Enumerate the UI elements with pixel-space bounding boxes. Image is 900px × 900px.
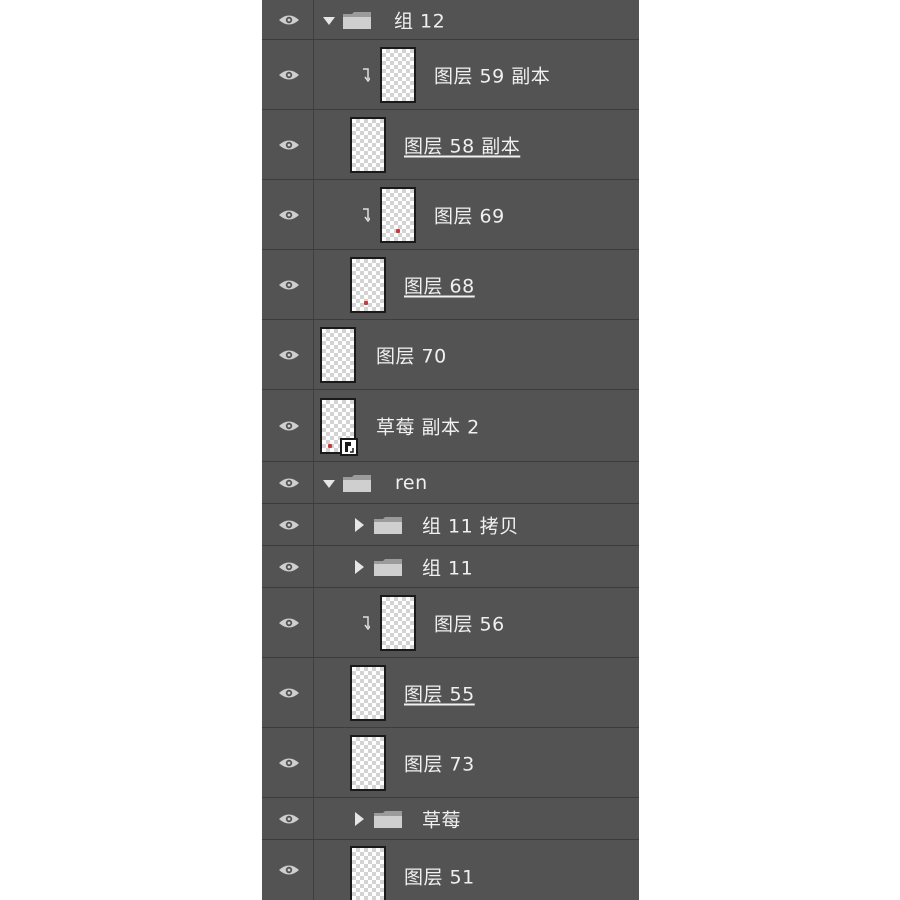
visibility-cell[interactable]	[262, 40, 314, 109]
triangle-right-icon[interactable]	[355, 559, 364, 574]
layer-name: 草莓	[422, 809, 462, 831]
layer-row-68[interactable]: 图层 68	[262, 250, 639, 320]
eye-icon[interactable]	[278, 756, 300, 770]
folder-icon	[374, 558, 402, 576]
eye-icon[interactable]	[278, 476, 300, 490]
visibility-cell[interactable]	[262, 658, 314, 727]
layer-row-group-11[interactable]: 组 11	[262, 546, 639, 588]
visibility-cell[interactable]	[262, 110, 314, 179]
eye-icon[interactable]	[278, 348, 300, 362]
layer-row-group-strawberry[interactable]: 草莓	[262, 798, 639, 840]
layer-row-58-copy[interactable]: 图层 58 副本	[262, 110, 639, 180]
visibility-cell[interactable]	[262, 462, 314, 503]
eye-icon[interactable]	[278, 686, 300, 700]
layer-name: ren	[395, 471, 428, 494]
clipping-mask-arrow-icon	[363, 207, 370, 222]
eye-icon[interactable]	[278, 278, 300, 292]
folder-icon	[374, 810, 402, 828]
layer-name: 图层 69	[434, 205, 505, 227]
layer-thumbnail[interactable]	[320, 326, 356, 383]
eye-icon[interactable]	[278, 138, 300, 152]
layer-name: 图层 51	[404, 866, 475, 889]
thumbnail-content	[364, 300, 368, 305]
layer-row-group-ren[interactable]: ren	[262, 462, 639, 504]
eye-icon[interactable]	[278, 863, 300, 877]
eye-icon[interactable]	[278, 13, 300, 27]
layer-name: 图层 70	[376, 345, 447, 367]
layer-name: 图层 73	[404, 753, 475, 775]
layer-name: 组 11 拷贝	[422, 515, 519, 537]
clipping-mask-arrow-icon	[363, 615, 370, 630]
layer-thumbnail[interactable]	[380, 186, 416, 243]
layer-thumbnail[interactable]	[320, 397, 358, 456]
thumbnail-content	[396, 228, 400, 233]
layer-thumbnail[interactable]	[380, 594, 416, 651]
layer-thumbnail[interactable]	[380, 46, 416, 103]
visibility-cell[interactable]	[262, 546, 314, 587]
layer-thumbnail[interactable]	[350, 846, 386, 900]
visibility-cell[interactable]	[262, 840, 314, 900]
eye-icon[interactable]	[278, 560, 300, 574]
clipping-mask-arrow-icon	[363, 67, 370, 82]
visibility-cell[interactable]	[262, 320, 314, 389]
layer-row-55[interactable]: 图层 55	[262, 658, 639, 728]
layer-name: 组 11	[422, 557, 474, 579]
layer-name: 组 12	[394, 10, 446, 32]
layer-row-strawberry-copy-2[interactable]: 草莓 副本 2	[262, 390, 639, 462]
layer-name: 图层 58 副本	[404, 135, 521, 157]
folder-icon	[343, 474, 371, 492]
visibility-cell[interactable]	[262, 728, 314, 797]
layer-row-73[interactable]: 图层 73	[262, 728, 639, 798]
visibility-cell[interactable]	[262, 390, 314, 461]
layer-row-69[interactable]: 图层 69	[262, 180, 639, 250]
visibility-cell[interactable]	[262, 504, 314, 545]
eye-icon[interactable]	[278, 616, 300, 630]
eye-icon[interactable]	[278, 208, 300, 222]
thumbnail-content	[328, 443, 332, 448]
layer-name: 图层 59 副本	[434, 65, 551, 87]
eye-icon[interactable]	[278, 68, 300, 82]
layer-name: 图层 68	[404, 275, 475, 297]
triangle-right-icon[interactable]	[355, 811, 364, 826]
eye-icon[interactable]	[278, 419, 300, 433]
layer-name: 草莓 副本 2	[376, 416, 480, 438]
folder-icon	[374, 516, 402, 534]
layer-name: 图层 55	[404, 683, 475, 705]
layer-row-56[interactable]: 图层 56	[262, 588, 639, 658]
triangle-right-icon[interactable]	[355, 517, 364, 532]
visibility-cell[interactable]	[262, 588, 314, 657]
layer-thumbnail[interactable]	[350, 116, 386, 173]
visibility-cell[interactable]	[262, 250, 314, 319]
layer-row-59-copy[interactable]: 图层 59 副本	[262, 40, 639, 110]
triangle-down-icon[interactable]	[323, 479, 335, 488]
layer-thumbnail[interactable]	[350, 664, 386, 721]
smart-object-badge-icon	[340, 437, 358, 456]
layer-thumbnail[interactable]	[350, 734, 386, 791]
eye-icon[interactable]	[278, 518, 300, 532]
visibility-cell[interactable]	[262, 180, 314, 249]
visibility-cell[interactable]	[262, 798, 314, 839]
layers-panel: 组 12 图层 59 副本 图层 58 副本 图层 69 图层 68 图层 70…	[262, 0, 639, 900]
layer-thumbnail[interactable]	[350, 256, 386, 313]
layer-row-group-12[interactable]: 组 12	[262, 0, 639, 40]
layer-row-70[interactable]: 图层 70	[262, 320, 639, 390]
layer-row-group-11-copy[interactable]: 组 11 拷贝	[262, 504, 639, 546]
folder-icon	[343, 11, 371, 29]
layer-name: 图层 56	[434, 613, 505, 635]
visibility-cell[interactable]	[262, 0, 314, 39]
layer-row-51[interactable]: 图层 51	[262, 840, 639, 900]
eye-icon[interactable]	[278, 812, 300, 826]
triangle-down-icon[interactable]	[323, 16, 335, 25]
